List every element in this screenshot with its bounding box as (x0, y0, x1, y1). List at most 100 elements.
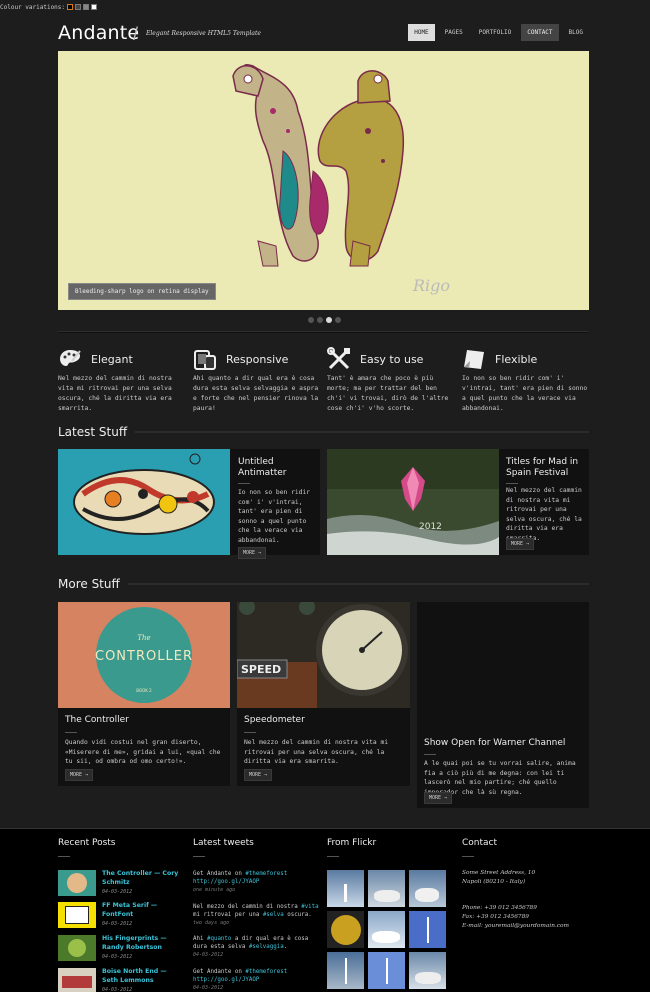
card-text: Quando vidi costui nel gran diserto, «Mi… (65, 739, 221, 765)
post-title[interactable]: Boise North End — Seth Lemmons (102, 968, 182, 985)
latest-stuff-heading: Latest Stuff (58, 425, 589, 439)
card-image[interactable] (58, 449, 230, 555)
controller-illustration: The CONTROLLER BOOK 2 (58, 602, 230, 708)
flickr-photo[interactable] (327, 870, 364, 907)
slider-dot[interactable] (308, 317, 314, 323)
feature-title: Easy to use (360, 353, 424, 366)
palette-icon (60, 350, 81, 366)
card-text: Nel mezzo del cammin di nostra vita mi r… (244, 739, 389, 765)
recent-post[interactable]: Boise North End — Seth Lemmons 04-03-201… (58, 968, 183, 992)
card-text: Io non so ben ridir com' i' v'intrai, ta… (238, 489, 311, 544)
more-button[interactable]: MORE → (65, 769, 94, 781)
card-title[interactable]: Untitled Antimatter (238, 457, 316, 479)
address-line: Napoli (80210 - Italy) (462, 879, 526, 885)
card-title[interactable]: Show Open for Warner Channel (424, 738, 584, 749)
flickr-photo[interactable] (368, 952, 405, 989)
slider-dot[interactable] (335, 317, 341, 323)
hashtag-link[interactable]: #vita (301, 904, 318, 910)
swatch-white[interactable] (91, 4, 98, 10)
hashtag-link[interactable]: #selva (263, 912, 284, 918)
slider-dot[interactable] (317, 317, 323, 323)
more-card-speedometer[interactable]: SPEED Speedometer Nel mezzo del cammin d… (237, 602, 410, 786)
tweet: Get Andante on #themeforest http://goo.g… (193, 968, 323, 992)
post-thumbnail[interactable] (58, 870, 96, 896)
site-logo[interactable]: Andante (58, 22, 139, 44)
footer-heading: Latest tweets (193, 838, 254, 848)
card-image[interactable]: SPEED (237, 602, 410, 708)
year-label: 2012 (419, 522, 442, 532)
nav-portfolio[interactable]: PORTFOLIO (473, 24, 518, 41)
main-nav: HOME PAGES PORTFOLIO CONTACT BLOG (408, 24, 589, 41)
latest-card-madinspain[interactable]: 2012 Titles for Mad in Spain Festival Ne… (327, 449, 589, 555)
post-thumbnail[interactable] (58, 935, 96, 961)
tweet-date: two days ago (193, 920, 230, 926)
address-line: Some Street Address, 10 (462, 870, 536, 876)
hero-slider[interactable]: Rigo Bleeding-sharp logo on retina displ… (58, 51, 589, 310)
flickr-photo[interactable] (409, 870, 446, 907)
card-title[interactable]: Titles for Mad in Spain Festival (506, 457, 586, 479)
card-separator (65, 732, 77, 733)
flickr-photo[interactable] (368, 911, 405, 948)
post-thumbnail[interactable] (58, 902, 96, 928)
hashtag-link[interactable]: #themeforest (245, 871, 287, 877)
latest-card-antimatter[interactable]: Untitled Antimatter Io non so ben ridir … (58, 449, 320, 559)
more-button[interactable]: MORE → (244, 769, 273, 781)
more-stuff-heading: More Stuff (58, 577, 589, 591)
tweet-text: . (283, 944, 288, 950)
flickr-photo[interactable] (368, 870, 405, 907)
color-variations-label: Colour variations: (0, 3, 66, 11)
flickr-photo[interactable] (327, 911, 364, 948)
more-button[interactable]: MORE → (506, 538, 535, 550)
card-title[interactable]: The Controller (65, 715, 225, 726)
feature-text: Ahi quanto a dir qual era è cosa dura es… (193, 375, 319, 412)
slider-dot-active[interactable] (326, 317, 332, 323)
recent-post[interactable]: His Fingerprints — Randy Robertson 04-03… (58, 935, 183, 965)
post-date: 04-03-2012 (102, 889, 133, 895)
swatch-dark[interactable] (75, 4, 82, 10)
swatch-gray[interactable] (83, 4, 90, 10)
flickr-photo[interactable] (409, 952, 446, 989)
footer-separator (327, 856, 339, 857)
hashtag-link[interactable]: #quanto (207, 936, 231, 942)
site-footer: Recent Posts The Controller — Cory Schmi… (0, 828, 650, 992)
tweet-text: mi ritrovai per una (193, 912, 263, 918)
recent-post[interactable]: FF Meta Serif — FontFont 04-03-2012 (58, 902, 183, 932)
post-title[interactable]: FF Meta Serif — FontFont (102, 902, 182, 919)
card-image[interactable]: The CONTROLLER BOOK 2 (58, 602, 230, 708)
hashtag-link[interactable]: #themeforest (245, 969, 287, 975)
section-title: More Stuff (58, 577, 120, 591)
more-button[interactable]: MORE → (424, 792, 453, 804)
post-title[interactable]: The Controller — Cory Schmitz (102, 870, 182, 887)
waterfall-illustration: 2012 (327, 449, 499, 555)
post-date: 04-03-2012 (102, 954, 133, 960)
footer-heading: Contact (462, 838, 498, 848)
more-card-controller[interactable]: The CONTROLLER BOOK 2 The Controller Qua… (58, 602, 230, 786)
feature-title: Flexible (495, 353, 538, 366)
devices-icon (194, 350, 216, 370)
tweet-link[interactable]: http://goo.gl/JYAOP (193, 879, 259, 885)
more-button[interactable]: MORE → (238, 547, 267, 559)
hashtag-link[interactable]: #selvaggia (249, 944, 284, 950)
flickr-photo[interactable] (409, 911, 446, 948)
post-title[interactable]: His Fingerprints — Randy Robertson (102, 935, 182, 952)
site-tagline: Elegant Responsive HTML5 Template (146, 30, 261, 37)
nav-blog[interactable]: BLOG (563, 24, 589, 41)
latest-tweets: Latest tweets Get Andante on #themefores… (193, 838, 323, 991)
swatch-orange[interactable] (67, 4, 74, 10)
flickr-photo[interactable] (327, 952, 364, 989)
section-title: Latest Stuff (58, 425, 128, 439)
recent-post[interactable]: The Controller — Cory Schmitz 04-03-2012 (58, 870, 183, 900)
badge-sub: BOOK 2 (136, 688, 152, 693)
card-title[interactable]: Speedometer (244, 715, 404, 726)
more-card-warner[interactable]: Show Open for Warner Channel A le quai p… (417, 602, 589, 808)
nav-home[interactable]: HOME (408, 24, 435, 41)
card-image[interactable]: 2012 (327, 449, 499, 555)
email[interactable]: E-mail: youremail@yourdomain.com (462, 922, 592, 931)
slider-dots (308, 317, 341, 323)
tweet-link[interactable]: http://goo.gl/JYAOP (193, 977, 259, 983)
post-thumbnail[interactable] (58, 968, 96, 992)
footer-separator (462, 856, 474, 857)
feature-text: Tant' è amara che poco è più morte; ma p… (327, 375, 449, 412)
nav-pages[interactable]: PAGES (439, 24, 469, 41)
nav-contact[interactable]: CONTACT (521, 24, 559, 41)
